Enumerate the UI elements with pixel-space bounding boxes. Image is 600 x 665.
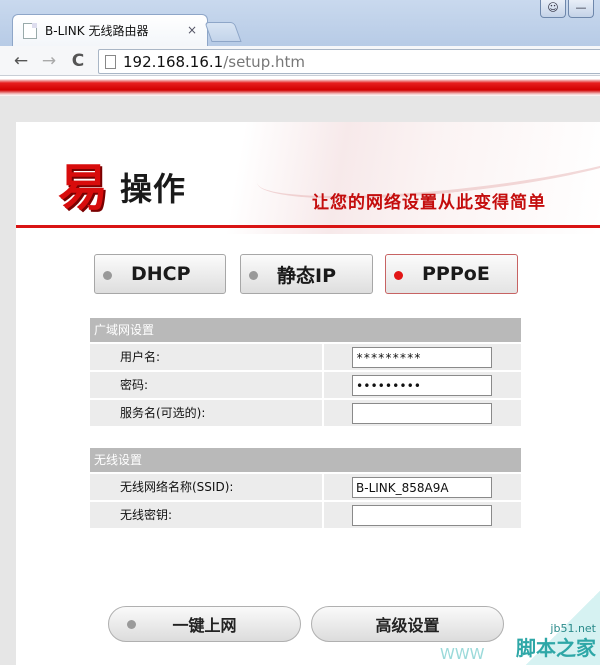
back-arrow-icon[interactable]: ← [10, 50, 32, 72]
radio-dot-selected-icon [394, 271, 403, 280]
form-row-ssid: 无线网络名称(SSID): [90, 472, 521, 500]
forward-arrow-icon[interactable]: → [38, 50, 60, 72]
password-input[interactable] [352, 375, 492, 396]
url-host: 192.168.16.1 [123, 52, 224, 71]
form-row-wireless-key: 无线密钥: [90, 500, 521, 528]
banner-divider [16, 225, 600, 228]
user-icon[interactable]: ☺ [540, 0, 566, 18]
watermark-www: WWW [440, 645, 485, 663]
url-path: /setup.htm [223, 52, 305, 71]
password-label: 密码: [120, 378, 149, 392]
advanced-settings-button[interactable]: 高级设置 [311, 606, 504, 642]
wireless-key-input[interactable] [352, 505, 492, 526]
form-row-password: 密码: [90, 370, 521, 398]
easy-setup-banner: 易 操作 让您的网络设置从此变得简单 [16, 122, 600, 234]
username-label: 用户名: [120, 350, 161, 364]
wireless-key-cell [322, 502, 521, 528]
header-red-band [0, 76, 600, 96]
password-cell [322, 372, 521, 398]
ssid-input[interactable] [352, 477, 492, 498]
logo-text: 操作 [120, 170, 187, 208]
ssid-label: 无线网络名称(SSID): [120, 480, 234, 494]
form-row-username: 用户名: [90, 342, 521, 370]
wireless-settings-section: 无线设置 无线网络名称(SSID): 无线密钥: [90, 448, 521, 528]
minimize-button[interactable]: — [568, 0, 594, 18]
service-name-cell [322, 400, 521, 426]
mode-static-ip-button[interactable]: 静态IP [240, 254, 373, 294]
address-bar[interactable]: 192.168.16.1 /setup.htm [98, 49, 600, 74]
wireless-section-title: 无线设置 [90, 448, 521, 472]
username-cell [322, 344, 521, 370]
ssid-cell [322, 474, 521, 500]
page-icon [105, 54, 116, 69]
form-row-service-name: 服务名(可选的): [90, 398, 521, 426]
page-background: 易 操作 让您的网络设置从此变得简单 DHCP 静态IP PPPoE 广域网设置… [0, 96, 600, 665]
wan-settings-section: 广域网设置 用户名: 密码: 服务名(可选的): [90, 318, 521, 426]
radio-dot-icon [127, 620, 136, 629]
wan-section-title: 广域网设置 [90, 318, 521, 342]
service-name-label: 服务名(可选的): [120, 406, 206, 420]
reload-icon[interactable]: C [67, 50, 89, 72]
browser-tab[interactable]: B-LINK 无线路由器 × [12, 14, 208, 46]
username-input[interactable] [352, 347, 492, 368]
radio-dot-icon [103, 271, 112, 280]
radio-dot-icon [249, 271, 258, 280]
wireless-key-label: 无线密钥: [120, 508, 173, 522]
advanced-label: 高级设置 [375, 616, 440, 635]
page-favicon-icon [23, 22, 37, 39]
service-name-input[interactable] [352, 403, 492, 424]
mode-static-ip-label: 静态IP [277, 264, 336, 287]
browser-titlebar: B-LINK 无线路由器 × ☺ — [0, 0, 600, 46]
mode-dhcp-label: DHCP [131, 263, 191, 285]
watermark-name: 脚本之家 [516, 636, 596, 660]
banner-slogan: 让您的网络设置从此变得简单 [312, 193, 546, 213]
one-click-connect-button[interactable]: 一键上网 [108, 606, 301, 642]
setup-panel: 易 操作 让您的网络设置从此变得简单 DHCP 静态IP PPPoE 广域网设置… [16, 122, 600, 665]
mode-dhcp-button[interactable]: DHCP [94, 254, 226, 294]
mode-pppoe-button[interactable]: PPPoE [385, 254, 518, 294]
mode-pppoe-label: PPPoE [422, 263, 490, 285]
browser-toolbar: ← → C 192.168.16.1 /setup.htm [0, 46, 600, 76]
connect-label: 一键上网 [172, 616, 237, 635]
logo-char: 易 [58, 158, 108, 217]
tab-close-icon[interactable]: × [187, 23, 197, 37]
new-tab-button[interactable] [204, 22, 242, 42]
tab-title: B-LINK 无线路由器 [45, 24, 149, 38]
